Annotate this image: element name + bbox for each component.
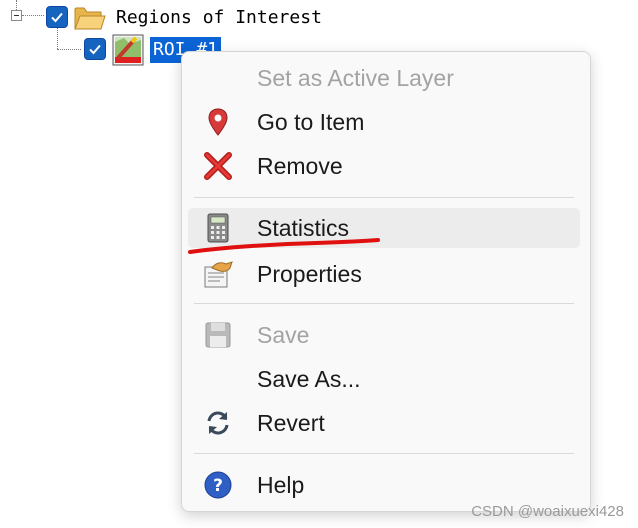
menu-item-label: Revert — [257, 410, 325, 436]
watermark: CSDN @woaixuexi428 — [471, 503, 624, 520]
menu-item-label: Set as Active Layer — [257, 65, 454, 91]
svg-text:?: ? — [213, 476, 223, 496]
menu-item-remove[interactable]: Remove — [188, 146, 580, 186]
menu-item-label: Properties — [257, 261, 362, 287]
red-x-icon — [204, 152, 232, 180]
roi-checkbox[interactable] — [84, 38, 106, 60]
checkmark-icon — [89, 44, 101, 55]
floppy-disk-icon — [205, 322, 231, 348]
tree-connector — [57, 49, 81, 50]
menu-item-label: Help — [257, 472, 305, 498]
roi-layer-icon — [112, 34, 144, 66]
tree-connector — [22, 15, 44, 16]
red-underline-annotation — [188, 238, 380, 254]
help-icon: ? — [204, 471, 232, 499]
menu-item-set-active-layer[interactable]: Set as Active Layer — [188, 58, 580, 98]
checkmark-icon — [51, 12, 63, 23]
menu-separator — [194, 197, 574, 198]
menu-item-label: Remove — [257, 153, 343, 179]
properties-icon — [204, 261, 233, 288]
menu-item-help[interactable]: ? Help — [188, 465, 580, 505]
menu-item-label: Go to Item — [257, 109, 365, 135]
menu-item-revert[interactable]: Revert — [188, 403, 580, 443]
folder-open-icon — [74, 7, 106, 30]
menu-item-go-to-item[interactable]: Go to Item — [188, 102, 580, 142]
menu-separator — [194, 303, 574, 304]
menu-item-save[interactable]: Save — [188, 315, 580, 355]
location-pin-icon — [208, 108, 228, 136]
menu-separator — [194, 453, 574, 454]
tree-connector — [16, 0, 17, 10]
underline-stroke — [188, 238, 380, 254]
tree-item-regions-of-interest[interactable]: Regions of Interest — [116, 6, 322, 30]
menu-item-save-as[interactable]: Save As... — [188, 359, 580, 399]
menu-item-label: Save — [257, 322, 310, 348]
tree-connector — [57, 28, 58, 49]
collapse-toggle[interactable] — [11, 10, 22, 21]
context-menu: Set as Active Layer Go to Item Remove St… — [181, 51, 591, 512]
refresh-icon — [207, 411, 229, 435]
root-layer-checkbox[interactable] — [46, 6, 68, 28]
menu-item-properties[interactable]: Properties — [188, 254, 580, 294]
menu-item-label: Save As... — [257, 366, 361, 392]
